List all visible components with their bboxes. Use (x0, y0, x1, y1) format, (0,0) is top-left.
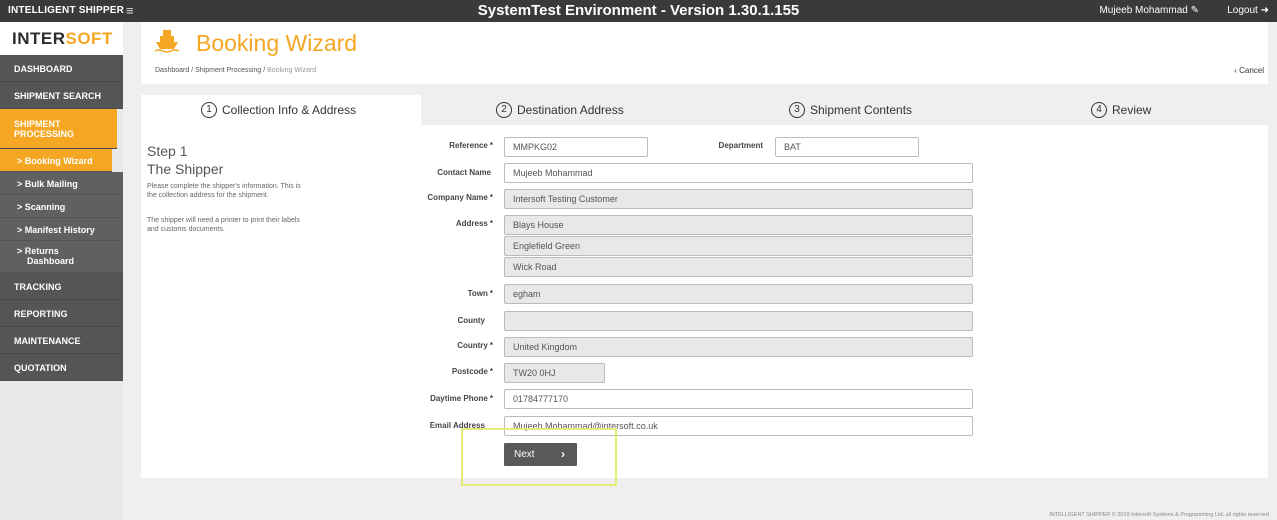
user-link[interactable]: Mujeeb Mohammad ✎ (1099, 5, 1199, 16)
sidebar-item-reporting[interactable]: REPORTING (0, 300, 123, 327)
user-name: Mujeeb Mohammad (1099, 5, 1188, 16)
sidebar-item-maintenance[interactable]: MAINTENANCE (0, 327, 123, 354)
daytime-phone-input[interactable] (504, 389, 973, 409)
chevron-right-icon: › (561, 447, 565, 461)
sidebar-item-shipment-search[interactable]: SHIPMENT SEARCH (0, 82, 123, 109)
logo-part1: INTER (12, 29, 66, 48)
step-description-printer: The shipper will need a printer to print… (147, 217, 300, 233)
department-input[interactable] (775, 137, 919, 157)
tab-collection-info[interactable]: 1 Collection Info & Address (141, 95, 421, 125)
breadcrumb: Dashboard / Shipment Processing / Bookin… (155, 67, 316, 74)
sidebar-subitem-returns-dashboard[interactable]: > Returns Dashboard (0, 241, 123, 273)
tab-label: Review (1112, 103, 1152, 117)
step-number-badge: 1 (201, 102, 217, 118)
step-description: Please complete the shipper's informatio… (147, 183, 301, 199)
sidebar-subitem-bulk-mailing[interactable]: > Bulk Mailing (0, 172, 123, 195)
county-label: County (457, 316, 485, 325)
address-line2-input[interactable] (504, 236, 973, 256)
logo: INTERSOFT (0, 22, 123, 55)
logo-part2: SOFT (65, 29, 113, 48)
reference-label-text: Reference (449, 141, 488, 150)
sidebar-subitem-scanning[interactable]: > Scanning (0, 195, 123, 218)
town-label: Town * (411, 289, 493, 298)
contact-name-input[interactable] (504, 163, 973, 183)
contact-name-label: Contact Name (437, 168, 491, 177)
returns-label-line2: Dashboard (27, 256, 75, 266)
department-label: Department (718, 141, 763, 150)
step-title: The Shipper (147, 161, 224, 177)
form-panel: Step 1 The Shipper Please complete the s… (141, 125, 1268, 486)
country-input[interactable] (504, 337, 973, 357)
required-mark: * (489, 193, 493, 202)
tab-shipment-contents[interactable]: 3 Shipment Contents (789, 95, 912, 125)
address-line1-input[interactable] (504, 215, 973, 235)
required-mark: * (489, 289, 493, 298)
breadcrumb-dashboard[interactable]: Dashboard (155, 67, 189, 74)
edit-icon: ✎ (1190, 5, 1199, 16)
required-mark: * (489, 367, 493, 376)
address-line3-input[interactable] (504, 257, 973, 277)
step-number: Step 1 (147, 143, 188, 159)
sidebar-item-quotation[interactable]: QUOTATION (0, 354, 123, 381)
next-button-label: Next (514, 449, 535, 460)
company-name-label-text: Company Name (427, 193, 488, 202)
sidebar-subitem-manifest-history[interactable]: > Manifest History (0, 218, 123, 241)
tab-label: Destination Address (517, 103, 624, 117)
required-mark: * (489, 341, 493, 350)
country-label-text: Country (457, 341, 488, 350)
sidebar-item-shipment-processing[interactable]: SHIPMENT PROCESSING (0, 109, 117, 149)
breadcrumb-separator: / (191, 67, 194, 74)
daytime-phone-label: Daytime Phone * (391, 394, 493, 403)
step-number-badge: 2 (496, 102, 512, 118)
cancel-link[interactable]: ‹ Cancel (1234, 66, 1264, 75)
breadcrumb-separator: / (263, 67, 266, 74)
country-label: Country * (411, 341, 493, 350)
tab-destination-address[interactable]: 2 Destination Address (496, 95, 624, 125)
reference-label: Reference * (411, 141, 493, 150)
address-label-text: Address (455, 219, 488, 228)
reference-input[interactable] (504, 137, 648, 157)
breadcrumb-shipment-processing[interactable]: Shipment Processing (195, 67, 261, 74)
step-number-badge: 3 (789, 102, 805, 118)
logout-icon: ➜ (1260, 5, 1269, 16)
postcode-input[interactable] (504, 363, 605, 383)
next-button[interactable]: Next › (504, 443, 577, 466)
environment-title: SystemTest Environment - Version 1.30.1.… (477, 2, 800, 19)
address-label: Address * (411, 219, 493, 228)
town-input[interactable] (504, 284, 973, 304)
required-mark: * (489, 394, 493, 403)
tab-review[interactable]: 4 Review (1091, 95, 1151, 125)
footer-copyright: INTELLIGENT SHIPPER © 2019 Intersoft Sys… (1049, 512, 1269, 518)
postcode-label-text: Postcode (451, 367, 488, 376)
daytime-phone-label-text: Daytime Phone (430, 394, 488, 403)
sidebar: INTERSOFT DASHBOARD SHIPMENT SEARCH SHIP… (0, 22, 123, 520)
breadcrumb-booking-wizard: Booking Wizard (267, 67, 317, 74)
postcode-label: Postcode * (411, 367, 493, 376)
tab-label: Shipment Contents (810, 103, 913, 117)
town-label-text: Town (467, 289, 488, 298)
logout-label: Logout (1227, 5, 1258, 16)
top-bar: INTELLIGENT SHIPPER ≡ SystemTest Environ… (0, 0, 1277, 22)
returns-label-line1: > Returns (17, 246, 59, 256)
sidebar-subitem-booking-wizard[interactable]: > Booking Wizard (0, 149, 112, 172)
sidebar-item-tracking[interactable]: TRACKING (0, 273, 123, 300)
company-name-input[interactable] (504, 189, 973, 209)
page-header: Booking Wizard Dashboard / Shipment Proc… (141, 22, 1268, 84)
required-mark: * (489, 219, 493, 228)
required-mark: * (489, 141, 493, 150)
page-title: Booking Wizard (196, 30, 358, 56)
step-number-badge: 4 (1091, 102, 1107, 118)
county-input[interactable] (504, 311, 973, 331)
logout-link[interactable]: Logout ➜ (1227, 5, 1269, 16)
sidebar-item-dashboard[interactable]: DASHBOARD (0, 55, 123, 82)
ship-icon (154, 30, 180, 53)
company-name-label: Company Name * (391, 193, 493, 202)
tab-label: Collection Info & Address (222, 103, 357, 117)
